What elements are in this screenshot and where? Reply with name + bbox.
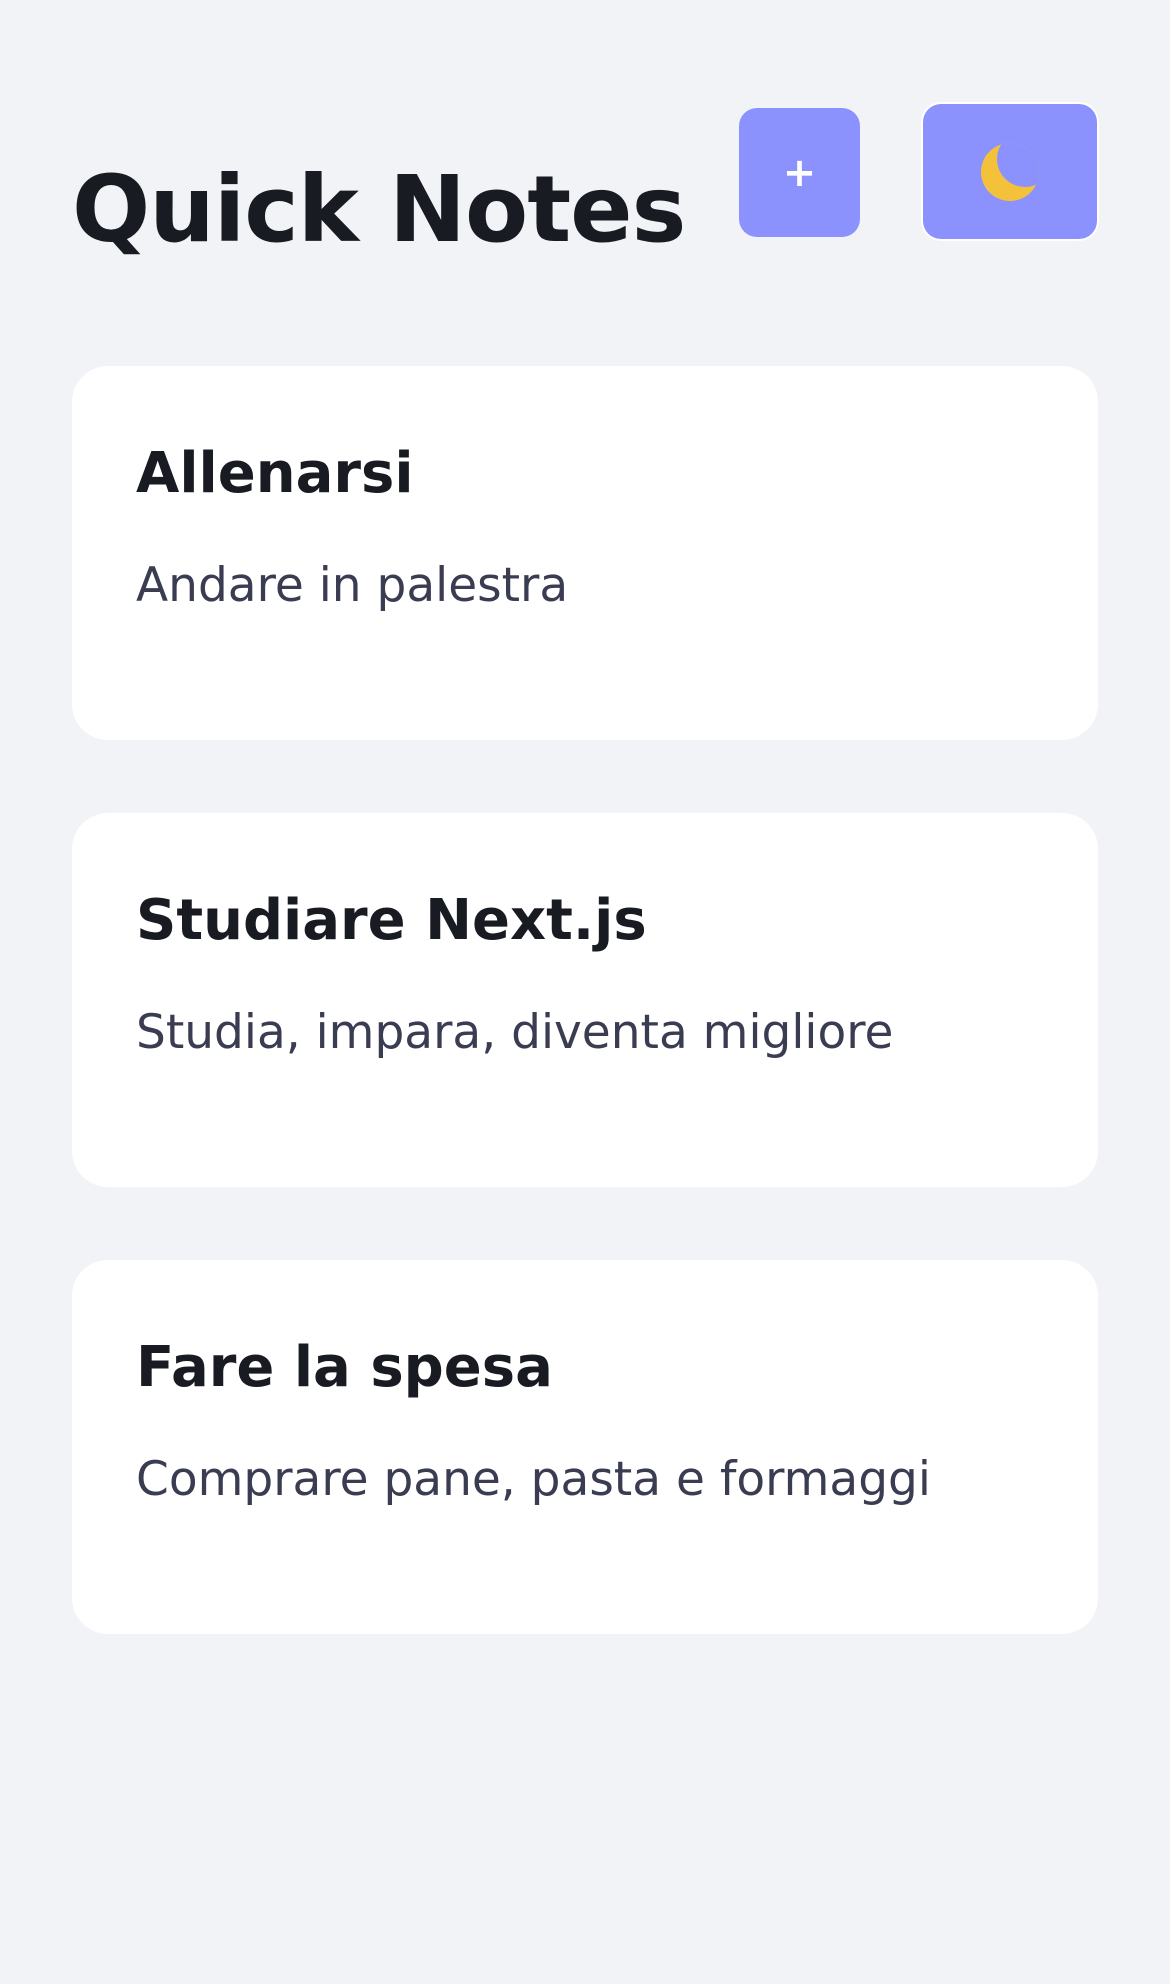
note-title: Studiare Next.js <box>136 888 647 953</box>
note-body: Comprare pane, pasta e formaggi <box>136 1452 931 1507</box>
theme-toggle-button[interactable] <box>923 104 1097 239</box>
add-note-button[interactable]: + <box>739 108 860 237</box>
note-body: Studia, impara, diventa migliore <box>136 1005 894 1060</box>
note-body: Andare in palestra <box>136 558 569 613</box>
note-card[interactable]: Allenarsi Andare in palestra <box>72 366 1098 740</box>
note-title: Fare la spesa <box>136 1335 553 1400</box>
header: Quick Notes + <box>72 96 1098 261</box>
note-title: Allenarsi <box>136 441 414 506</box>
note-card[interactable]: Studiare Next.js Studia, impara, diventa… <box>72 813 1098 1187</box>
notes-list: Allenarsi Andare in palestra Studiare Ne… <box>72 366 1098 1707</box>
note-card[interactable]: Fare la spesa Comprare pane, pasta e for… <box>72 1260 1098 1634</box>
page-title: Quick Notes <box>72 155 686 263</box>
moon-icon <box>981 142 1039 201</box>
